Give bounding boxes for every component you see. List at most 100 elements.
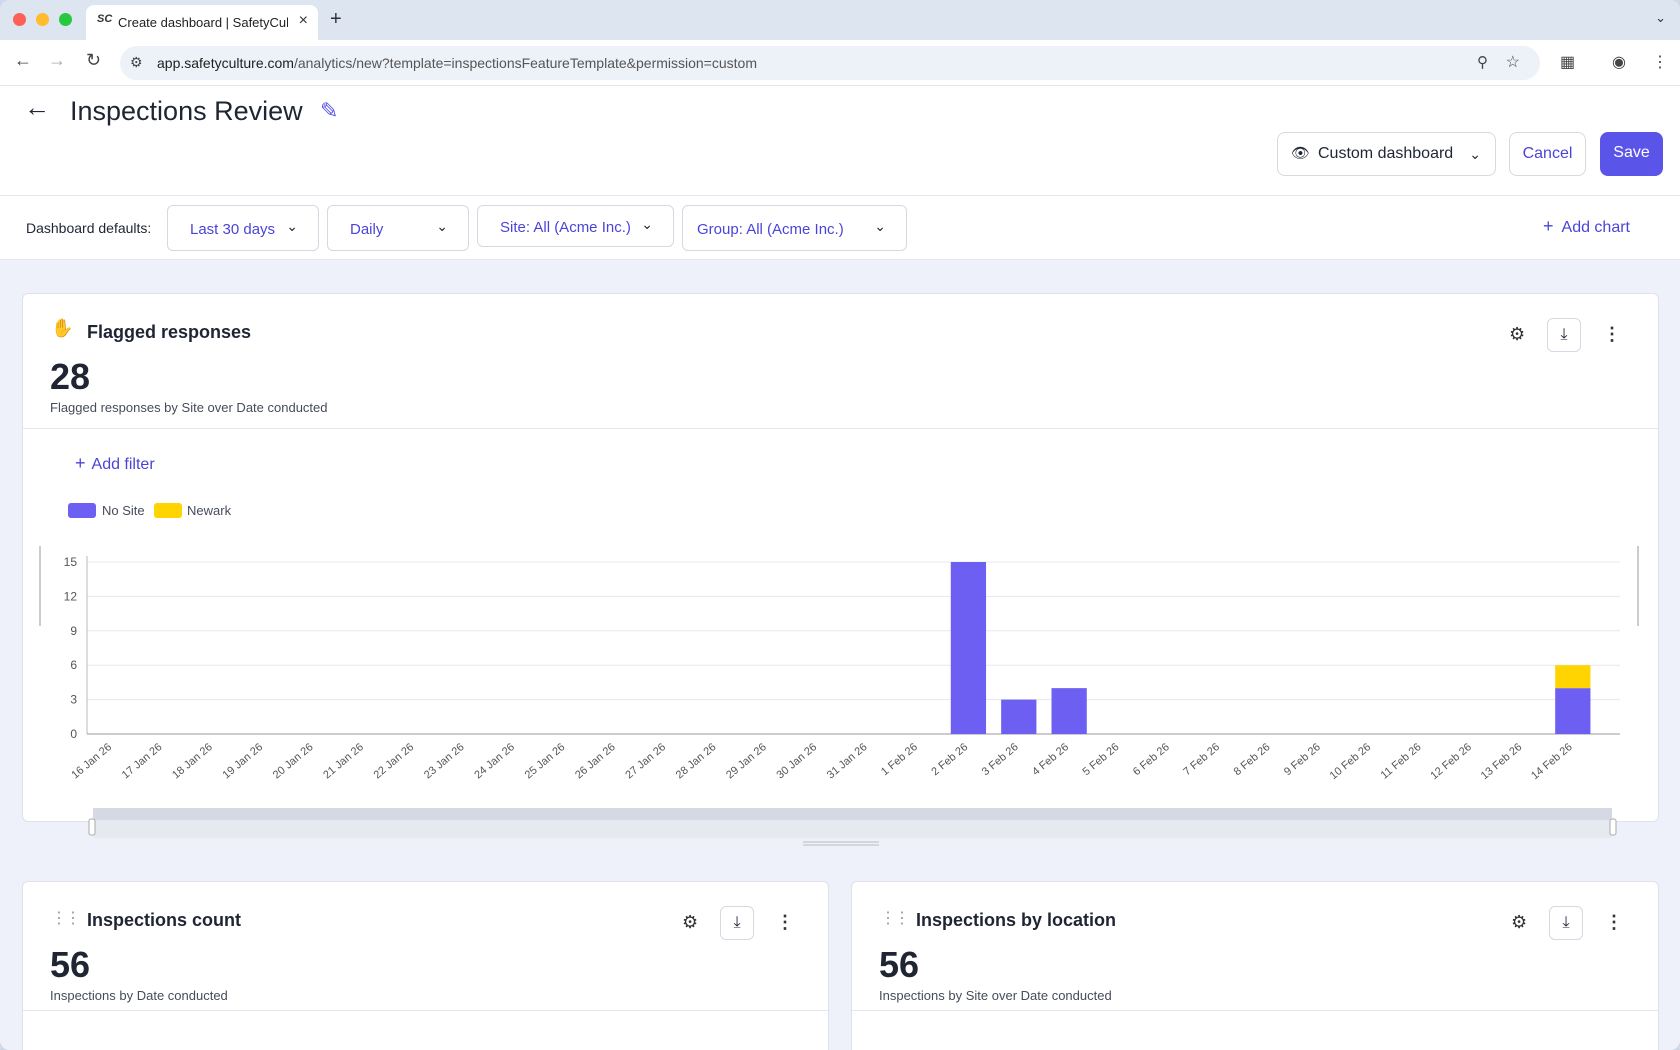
x-tick-label: 14 Feb 26 xyxy=(1529,741,1575,782)
x-tick-label: 7 Feb 26 xyxy=(1181,741,1222,778)
site-info-icon[interactable]: ⚙ xyxy=(130,54,143,71)
chevron-down-icon: ⌄ xyxy=(436,218,448,234)
x-tick-label: 16 Jan 26 xyxy=(69,741,114,781)
hand-icon: ✋ xyxy=(51,318,74,338)
x-tick-label: 17 Jan 26 xyxy=(120,741,165,781)
dashboard-filter-bar: Dashboard defaults: Last 30 days ⌄ Daily… xyxy=(0,196,1680,260)
page-title: Inspections Review xyxy=(70,96,303,126)
reload-icon[interactable]: ↻ xyxy=(86,50,101,71)
x-tick-label: 19 Jan 26 xyxy=(220,741,265,781)
drag-handle-icon[interactable]: ⋮⋮ xyxy=(880,908,910,928)
chevron-down-icon: ⌄ xyxy=(874,218,886,234)
url-host: app.safetyculture.com xyxy=(157,55,294,71)
x-tick-label: 25 Jan 26 xyxy=(523,741,568,781)
interval-dropdown[interactable]: Daily ⌄ xyxy=(327,205,469,251)
plus-icon: + xyxy=(1543,216,1554,236)
more-options-icon[interactable]: ⋮ xyxy=(1603,324,1621,345)
close-tab-icon[interactable]: × xyxy=(299,12,308,30)
card-title: Flagged responses xyxy=(87,322,252,342)
legend-swatch-no-site xyxy=(68,503,96,518)
drag-handle-icon[interactable]: ⋮⋮ xyxy=(51,908,81,928)
download-button[interactable]: ⤓ xyxy=(1549,906,1583,940)
minimize-window-button[interactable] xyxy=(36,13,49,26)
browser-toolbar: ← → ↻ ⚙ app.safetyculture.com/analytics/… xyxy=(0,40,1680,86)
cancel-button[interactable]: Cancel xyxy=(1509,132,1586,176)
more-options-icon[interactable]: ⋮ xyxy=(776,912,794,933)
dashboard-view-label: Custom dashboard xyxy=(1318,145,1454,162)
x-tick-label: 23 Jan 26 xyxy=(422,741,467,781)
bar-no-site xyxy=(1051,688,1087,734)
download-icon: ⤓ xyxy=(1562,914,1570,931)
page-content: ← Inspections Review ✎ 👁 Custom dashboar… xyxy=(0,86,1680,1050)
bar-no-site xyxy=(1555,688,1591,734)
back-icon[interactable]: ← xyxy=(14,50,32,71)
bar-no-site xyxy=(950,562,987,734)
x-tick-label: 22 Jan 26 xyxy=(372,741,417,781)
address-bar[interactable]: ⚙ app.safetyculture.com/analytics/new?te… xyxy=(120,46,1540,80)
bar-no-site xyxy=(1001,699,1037,734)
add-chart-button[interactable]: + Add chart xyxy=(1543,216,1630,237)
x-tick-label: 31 Jan 26 xyxy=(825,741,870,781)
group-value: Group: All (Acme Inc.) xyxy=(697,221,844,238)
download-button[interactable]: ⤓ xyxy=(1547,318,1581,352)
add-filter-label: Add filter xyxy=(91,456,155,473)
tab-search-icon[interactable]: ⌄ xyxy=(1655,10,1666,26)
eye-icon: 👁 xyxy=(1291,145,1311,162)
extensions-icon[interactable]: ▦ xyxy=(1560,52,1575,72)
save-button[interactable]: Save xyxy=(1600,132,1663,176)
card-divider xyxy=(23,428,1658,429)
x-tick-label: 1 Feb 26 xyxy=(879,741,920,778)
x-tick-label: 6 Feb 26 xyxy=(1131,741,1172,778)
profile-icon[interactable]: ◉ xyxy=(1612,52,1626,72)
new-tab-icon[interactable]: + xyxy=(330,8,342,31)
y-tick-label: 6 xyxy=(70,658,77,672)
more-options-icon[interactable]: ⋮ xyxy=(1605,912,1623,933)
forward-icon[interactable]: → xyxy=(48,50,66,71)
settings-gear-icon[interactable]: ⚙ xyxy=(1511,912,1527,933)
card-subtitle: Flagged responses by Site over Date cond… xyxy=(50,400,328,415)
bookmark-star-icon[interactable]: ☆ xyxy=(1506,52,1520,72)
x-tick-label: 12 Feb 26 xyxy=(1428,741,1474,782)
tab-title: Create dashboard | SafetyCulture xyxy=(118,15,288,30)
legend-label-no-site[interactable]: No Site xyxy=(102,503,145,518)
chevron-down-icon: ⌄ xyxy=(641,216,653,232)
url-path: /analytics/new?template=inspectionsFeatu… xyxy=(293,55,757,71)
x-tick-label: 29 Jan 26 xyxy=(724,741,769,781)
dashboard-defaults-label: Dashboard defaults: xyxy=(26,220,152,236)
x-tick-label: 28 Jan 26 xyxy=(674,741,719,781)
inspections-count-card: ⋮⋮ Inspections count 56 Inspections by D… xyxy=(22,881,829,1050)
zoom-icon[interactable]: ⚲ xyxy=(1477,53,1488,71)
x-tick-label: 26 Jan 26 xyxy=(573,741,618,781)
group-dropdown[interactable]: Group: All (Acme Inc.) ⌄ xyxy=(682,205,907,251)
dashboard-header: ← Inspections Review ✎ 👁 Custom dashboar… xyxy=(0,86,1680,196)
x-tick-label: 21 Jan 26 xyxy=(321,741,366,781)
legend-swatch-newark xyxy=(154,503,182,518)
x-tick-label: 18 Jan 26 xyxy=(170,741,215,781)
flagged-responses-chart: 0 3 6 9 12 15 16 Jan 26 17 Jan 26 18 Jan 26 19 Ja… xyxy=(39,546,1639,846)
back-arrow-icon[interactable]: ← xyxy=(24,92,50,123)
card-title: Inspections count xyxy=(87,910,242,930)
y-tick-label: 3 xyxy=(70,693,77,707)
chevron-down-icon: ⌄ xyxy=(1469,146,1481,162)
safetyculture-favicon-icon: SC xyxy=(97,13,113,25)
close-window-button[interactable] xyxy=(13,13,26,26)
settings-gear-icon[interactable]: ⚙ xyxy=(682,912,698,933)
card-divider xyxy=(23,1010,828,1011)
add-filter-button[interactable]: + Add filter xyxy=(75,453,155,474)
maximize-window-button[interactable] xyxy=(59,13,72,26)
date-range-dropdown[interactable]: Last 30 days ⌄ xyxy=(167,205,319,251)
edit-pencil-icon[interactable]: ✎ xyxy=(320,98,338,124)
site-dropdown[interactable]: Site: All (Acme Inc.) ⌄ xyxy=(477,205,674,247)
card-subtitle: Inspections by Site over Date conducted xyxy=(879,988,1112,1003)
inspections-by-location-card: ⋮⋮ Inspections by location 56 Inspection… xyxy=(851,881,1659,1050)
download-icon: ⤓ xyxy=(733,914,741,931)
url-text: app.safetyculture.com/analytics/new?temp… xyxy=(157,55,757,71)
date-range-value: Last 30 days xyxy=(190,221,276,238)
dashboard-view-dropdown[interactable]: 👁 Custom dashboard ⌄ xyxy=(1277,132,1496,176)
x-tick-label: 11 Feb 26 xyxy=(1379,741,1424,782)
browser-tab[interactable]: SC Create dashboard | SafetyCulture × xyxy=(86,5,318,40)
legend-label-newark[interactable]: Newark xyxy=(187,503,231,518)
browser-menu-icon[interactable]: ⋮ xyxy=(1652,52,1668,72)
settings-gear-icon[interactable]: ⚙ xyxy=(1509,324,1525,345)
download-button[interactable]: ⤓ xyxy=(720,906,754,940)
